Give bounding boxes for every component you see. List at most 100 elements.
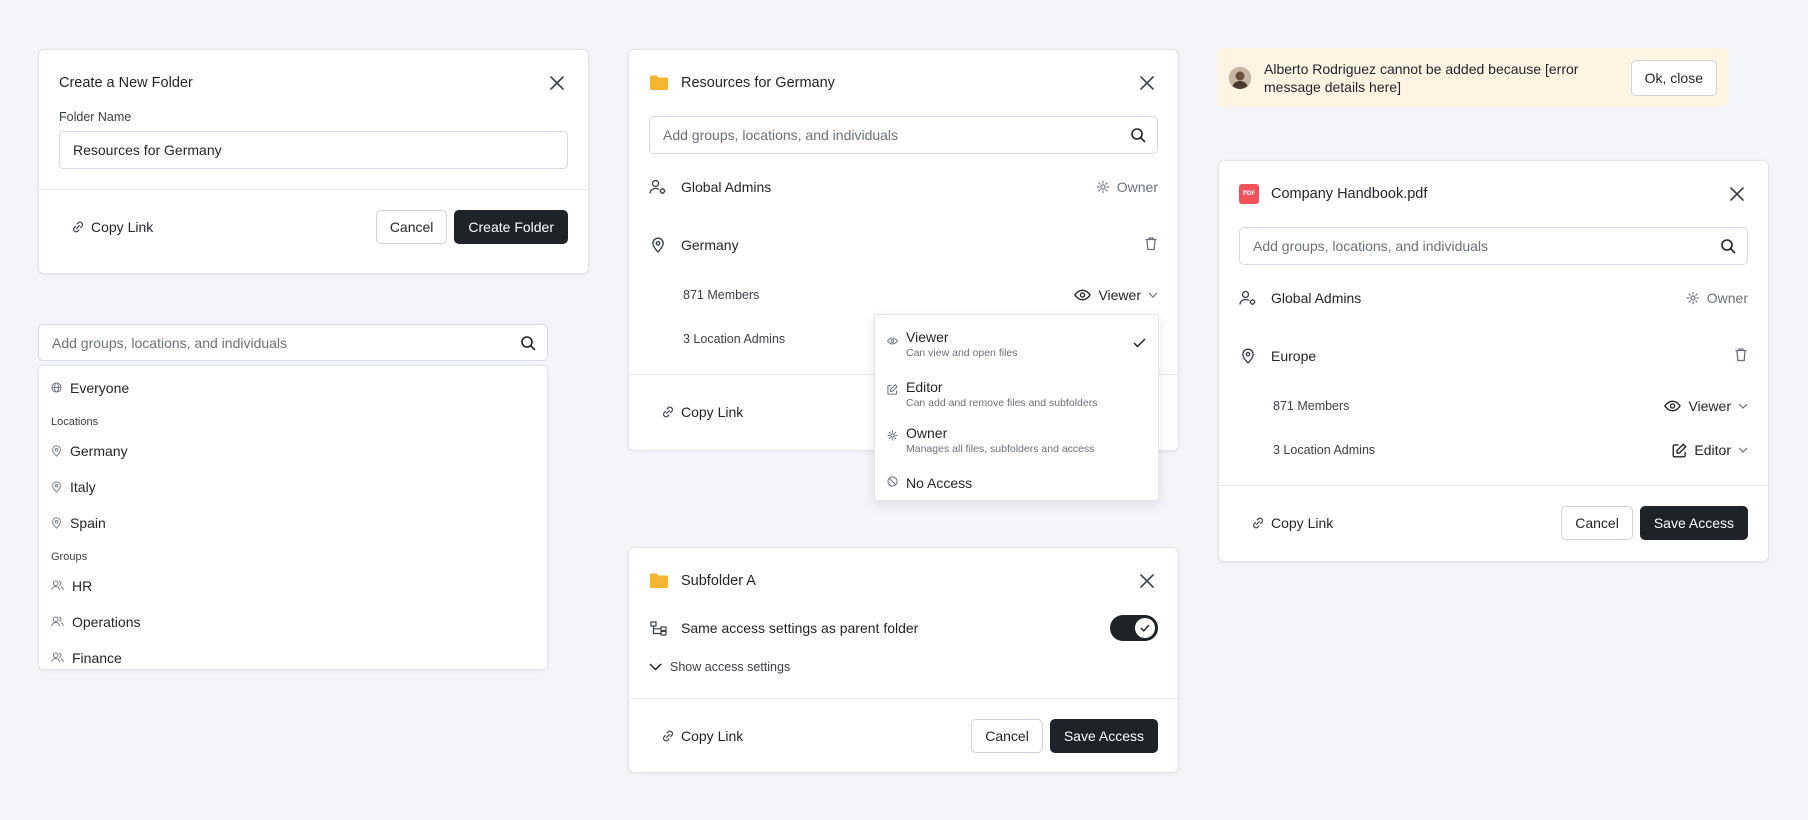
copy-link-button[interactable]: Copy Link (649, 404, 755, 420)
eye-icon (887, 329, 899, 379)
owner-role: Owner (1686, 290, 1748, 306)
location-row: Germany (629, 216, 1178, 274)
owner-role: Owner (1096, 179, 1158, 195)
members-row: 871 Members Viewer (1219, 385, 1768, 427)
eye-icon (1074, 289, 1092, 301)
create-folder-dialog: Create a New Folder Folder Name Resource… (38, 49, 589, 274)
save-access-button[interactable]: Save Access (1049, 719, 1158, 753)
dialog-title: Create a New Folder (59, 75, 193, 91)
close-icon[interactable] (1726, 183, 1748, 205)
chevron-down-icon (649, 663, 662, 671)
search-wrapper: Add groups, locations, and individuals (1219, 227, 1768, 265)
members-role-dropdown[interactable]: Viewer (1664, 398, 1748, 414)
list-item-group[interactable]: Finance (39, 642, 547, 669)
save-access-button[interactable]: Save Access (1639, 506, 1748, 540)
ok-close-button[interactable]: Ok, close (1630, 59, 1717, 96)
users-icon (51, 580, 64, 591)
user-gear-icon (649, 178, 667, 196)
copy-link-button[interactable]: Copy Link (59, 219, 165, 235)
dialog-title: Company Handbook.pdf (1271, 186, 1428, 202)
show-access-settings-toggle[interactable]: Show access settings (629, 646, 1178, 688)
edit-icon (887, 379, 899, 425)
cancel-button[interactable]: Cancel (1561, 506, 1633, 540)
role-label: Editor (1694, 442, 1731, 458)
option-title: Editor (906, 379, 943, 395)
search-input[interactable]: Add groups, locations, and individuals (1239, 227, 1748, 265)
list-item-everyone[interactable]: Everyone (39, 372, 547, 403)
avatar (1229, 66, 1251, 89)
gear-icon (1096, 180, 1110, 194)
group-name: Global Admins (1271, 290, 1362, 306)
user-gear-icon (1239, 289, 1257, 307)
copy-link-label: Copy Link (681, 404, 744, 420)
close-icon[interactable] (1136, 72, 1158, 94)
role-label: Owner (1116, 179, 1158, 195)
group-name: Global Admins (681, 179, 772, 195)
search-input[interactable]: Add groups, locations, and individuals (38, 324, 548, 361)
role-option-no-access[interactable]: No Access (875, 471, 1158, 495)
toggle-knob (1135, 618, 1155, 638)
create-folder-button[interactable]: Create Folder (454, 210, 568, 244)
search-placeholder: Add groups, locations, and individuals (1253, 238, 1489, 254)
global-admins-row: Global Admins Owner (629, 158, 1178, 216)
list-item-label: HR (72, 577, 93, 594)
dialog-title: Subfolder A (681, 573, 756, 589)
members-row: 871 Members Viewer (629, 274, 1178, 316)
hierarchy-icon (649, 619, 667, 637)
members-count: 871 Members (1273, 399, 1350, 413)
dialog-header: Subfolder A (629, 548, 1178, 614)
role-label: Viewer (1098, 287, 1141, 303)
copy-link-label: Copy Link (91, 219, 154, 235)
inherit-access-label: Same access settings as parent folder (681, 620, 919, 636)
search-results-dropdown: Everyone Locations Germany Italy Spain G… (38, 365, 548, 670)
location-admins-row: 3 Location Admins Editor (1219, 427, 1768, 473)
cancel-button[interactable]: Cancel (375, 210, 448, 244)
search-wrapper: Add groups, locations, and individuals (629, 116, 1178, 154)
role-option-owner[interactable]: Owner Manages all files, subfolders and … (875, 425, 1158, 471)
list-item-label: Spain (70, 514, 106, 531)
list-item-group[interactable]: HR (39, 570, 547, 601)
close-icon[interactable] (546, 72, 568, 94)
copy-link-button[interactable]: Copy Link (1239, 515, 1345, 531)
option-title: No Access (906, 475, 973, 491)
chevron-down-icon (1738, 447, 1748, 453)
role-menu: Viewer Can view and open files Editor Ca… (874, 314, 1159, 501)
close-icon[interactable] (1136, 570, 1158, 592)
option-text: Editor Can add and remove files and subf… (906, 379, 1146, 425)
role-option-viewer[interactable]: Viewer Can view and open files (875, 329, 1158, 379)
list-item-location[interactable]: Italy (39, 471, 547, 502)
members-role-dropdown[interactable]: Viewer (1074, 287, 1158, 303)
trash-icon[interactable] (1734, 347, 1748, 365)
pdf-badge: PDF (1243, 191, 1255, 197)
locations-heading: Locations (51, 416, 99, 428)
inherit-access-toggle[interactable] (1110, 615, 1158, 641)
map-pin-icon (52, 516, 61, 529)
dialog-footer: Copy Link Cancel Save Access (629, 699, 1178, 773)
trash-icon[interactable] (1144, 236, 1158, 254)
chevron-down-icon (1738, 403, 1748, 409)
search-input[interactable]: Add groups, locations, and individuals (649, 116, 1158, 154)
location-admins-count: 3 Location Admins (1273, 443, 1376, 457)
members-count: 871 Members (683, 288, 760, 302)
list-item-label: Italy (70, 478, 96, 495)
search-icon (1131, 128, 1146, 143)
map-pin-icon (1239, 347, 1257, 365)
list-item-label: Germany (70, 442, 128, 459)
role-option-editor[interactable]: Editor Can add and remove files and subf… (875, 379, 1158, 425)
list-item-location[interactable]: Spain (39, 507, 547, 538)
folder-icon (650, 573, 668, 588)
folder-name-input[interactable]: Resources for Germany (59, 131, 568, 169)
handbook-access-dialog: PDF Company Handbook.pdf Add groups, loc… (1218, 160, 1769, 562)
admins-role-dropdown[interactable]: Editor (1672, 442, 1748, 458)
cancel-button[interactable]: Cancel (971, 719, 1043, 753)
option-title: Viewer (906, 329, 949, 345)
toast-message: Alberto Rodriguez cannot be added becaus… (1264, 60, 1579, 95)
search-placeholder: Add groups, locations, and individuals (663, 127, 899, 143)
list-item-location[interactable]: Germany (39, 435, 547, 466)
role-label: Viewer (1688, 398, 1731, 414)
show-access-label: Show access settings (670, 660, 791, 674)
copy-link-button[interactable]: Copy Link (649, 728, 755, 744)
list-item-label: Operations (72, 613, 141, 630)
dialog-header: Create a New Folder (39, 50, 588, 116)
list-item-group[interactable]: Operations (39, 606, 547, 637)
